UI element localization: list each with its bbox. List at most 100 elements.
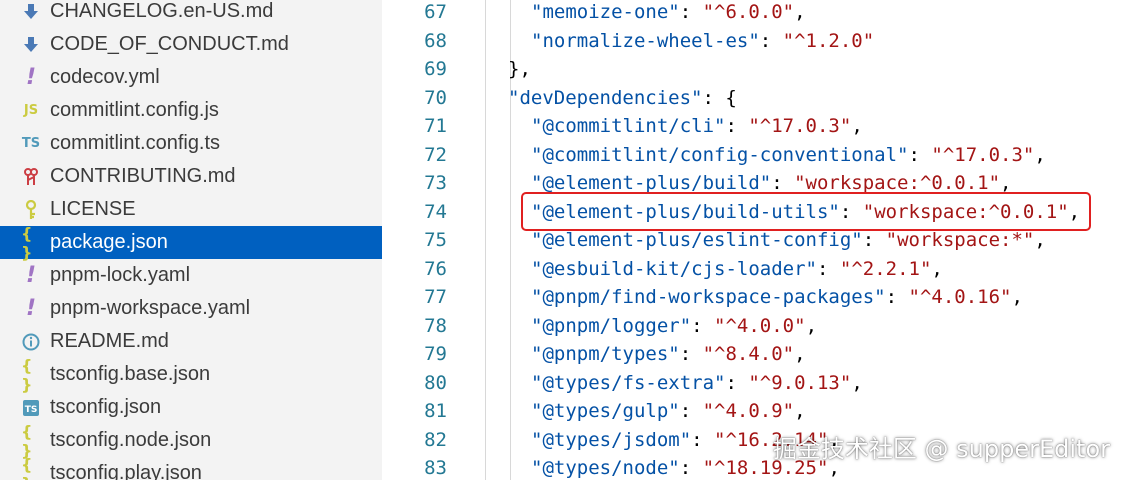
json-value: "^4.0.0" xyxy=(714,314,806,337)
file-item[interactable]: { } tsconfig.base.json xyxy=(0,355,382,394)
line-number: 77 xyxy=(424,286,447,308)
braces-icon: { } xyxy=(21,454,33,480)
file-item[interactable]: TS commitlint.config.ts xyxy=(0,127,382,160)
separator: : xyxy=(759,29,783,52)
file-name: pnpm-lock.yaml xyxy=(50,264,191,286)
json-key: "devDependencies" xyxy=(508,86,703,109)
code-text: "devDependencies": { xyxy=(508,87,737,109)
file-item[interactable]: JS commitlint.config.js xyxy=(0,94,382,127)
punctuation: , xyxy=(851,115,863,137)
punctuation: { xyxy=(725,86,737,109)
punctuation: , xyxy=(794,400,806,422)
separator: : xyxy=(679,457,703,479)
json-value: "^6.0.0" xyxy=(702,1,795,23)
json-key: "memoize-one" xyxy=(531,1,680,23)
code-line[interactable]: 70 "devDependencies": { xyxy=(382,86,1124,114)
file-item[interactable]: LICENSE xyxy=(0,193,382,226)
punctuation: , xyxy=(931,257,943,280)
file-name: commitlint.config.js xyxy=(50,99,219,121)
file-item[interactable]: { } tsconfig.node.json xyxy=(0,422,382,460)
separator: : xyxy=(885,286,909,308)
markdown-down-arrow-icon xyxy=(21,36,41,54)
ts-box-icon: TS xyxy=(21,399,41,417)
exclamation-icon: ! xyxy=(25,65,37,90)
punctuation: , xyxy=(1034,143,1046,166)
json-key: "@types/node" xyxy=(531,457,680,479)
punctuation: , xyxy=(1000,172,1012,194)
line-number: 71 xyxy=(424,115,447,137)
line-number: 72 xyxy=(424,143,447,166)
json-key: "@types/gulp" xyxy=(531,400,680,422)
ts-icon: TS xyxy=(21,136,41,151)
file-item[interactable]: CODE_OF_CONDUCT.md xyxy=(0,28,382,61)
code-line[interactable]: 80 "@types/fs-extra": "^9.0.13", xyxy=(382,371,1124,399)
separator: : xyxy=(862,229,886,251)
json-value: "^4.0.9" xyxy=(702,400,795,422)
json-value: "^4.0.16" xyxy=(908,286,1012,308)
separator: : xyxy=(725,371,749,394)
code-line[interactable]: 68 "normalize-wheel-es": "^1.2.0" xyxy=(382,29,1124,57)
separator: : xyxy=(691,428,715,451)
separator: : xyxy=(908,143,932,166)
code-line[interactable]: 79 "@pnpm/types": "^8.4.0", xyxy=(382,342,1124,370)
code-line[interactable]: 67 "memoize-one": "^6.0.0", xyxy=(382,0,1124,28)
file-item[interactable]: { } tsconfig.play.json xyxy=(0,454,382,480)
punctuation: , xyxy=(794,1,806,23)
code-text: "@commitlint/cli": "^17.0.3", xyxy=(531,115,863,137)
file-name: LICENSE xyxy=(50,198,136,220)
json-key: "@element-plus/eslint-config" xyxy=(531,229,863,251)
line-number: 75 xyxy=(424,229,447,251)
file-item[interactable]: TS tsconfig.json xyxy=(0,391,382,424)
json-value: "^17.0.3" xyxy=(748,115,852,137)
code-line[interactable]: 75 "@element-plus/eslint-config": "worksp… xyxy=(382,228,1124,256)
file-item[interactable]: README.md xyxy=(0,325,382,358)
line-number: 68 xyxy=(424,29,447,52)
code-line[interactable]: 69}, xyxy=(382,57,1124,85)
code-line[interactable]: 72 "@commitlint/config-conventional": "^1… xyxy=(382,143,1124,171)
punctuation: , xyxy=(1034,229,1046,251)
file-item[interactable]: CHANGELOG.en-US.md xyxy=(0,0,382,28)
info-icon xyxy=(21,333,41,351)
highlight-annotation-box xyxy=(521,192,1091,231)
code-text: "@element-plus/build": "workspace:^0.0.1… xyxy=(531,172,1011,194)
line-number: 83 xyxy=(424,457,447,479)
code-line[interactable]: 78 "@pnpm/logger": "^4.0.0", xyxy=(382,314,1124,342)
json-key: "normalize-wheel-es" xyxy=(531,29,760,52)
punctuation: , xyxy=(794,343,806,365)
file-item[interactable]: ! codecov.yml xyxy=(0,61,382,94)
json-key: "@types/fs-extra" xyxy=(531,371,726,394)
code-line[interactable]: 76 "@esbuild-kit/cjs-loader": "^2.2.1", xyxy=(382,257,1124,285)
file-item[interactable]: ! pnpm-workspace.yaml xyxy=(0,292,382,325)
file-name: CONTRIBUTING.md xyxy=(50,165,236,187)
line-number: 78 xyxy=(424,314,447,337)
separator: : xyxy=(771,172,795,194)
code-line[interactable]: 81 "@types/gulp": "^4.0.9", xyxy=(382,399,1124,427)
file-item[interactable]: CONTRIBUTING.md xyxy=(0,160,382,193)
code-editor[interactable]: 67 "memoize-one": "^6.0.0", 68 "normalize-w… xyxy=(382,0,1124,480)
watermark: 掘金技术社区 @ supperEditor xyxy=(772,435,1110,463)
line-number: 73 xyxy=(424,172,447,194)
json-key: "@esbuild-kit/cjs-loader" xyxy=(531,257,817,280)
separator: : xyxy=(679,343,703,365)
braces-icon: { } xyxy=(21,355,33,394)
file-name: commitlint.config.ts xyxy=(50,132,221,154)
json-value: "^17.0.3" xyxy=(931,143,1035,166)
code-text: "@pnpm/find-workspace-packages": "^4.0.1… xyxy=(531,286,1023,308)
code-text: "@types/gulp": "^4.0.9", xyxy=(531,400,806,422)
line-number: 81 xyxy=(424,400,447,422)
line-number: 79 xyxy=(424,343,447,365)
separator: : xyxy=(702,86,726,109)
code-line[interactable]: 77 "@pnpm/find-workspace-packages": "^4.0… xyxy=(382,285,1124,313)
separator: : xyxy=(679,400,703,422)
file-item[interactable]: { } package.json xyxy=(0,223,382,262)
line-number: 67 xyxy=(424,1,447,23)
code-text: "@esbuild-kit/cjs-loader": "^2.2.1", xyxy=(531,258,943,280)
code-text: "@types/fs-extra": "^9.0.13", xyxy=(531,372,863,394)
separator: : xyxy=(691,314,715,337)
file-item[interactable]: ! pnpm-lock.yaml xyxy=(0,259,382,292)
code-line[interactable]: 71 "@commitlint/cli": "^17.0.3", xyxy=(382,114,1124,142)
code-text: "@pnpm/types": "^8.4.0", xyxy=(531,343,806,365)
markdown-down-arrow-icon xyxy=(21,3,41,21)
line-number: 74 xyxy=(424,200,447,223)
braces-icon: { } xyxy=(21,223,33,262)
